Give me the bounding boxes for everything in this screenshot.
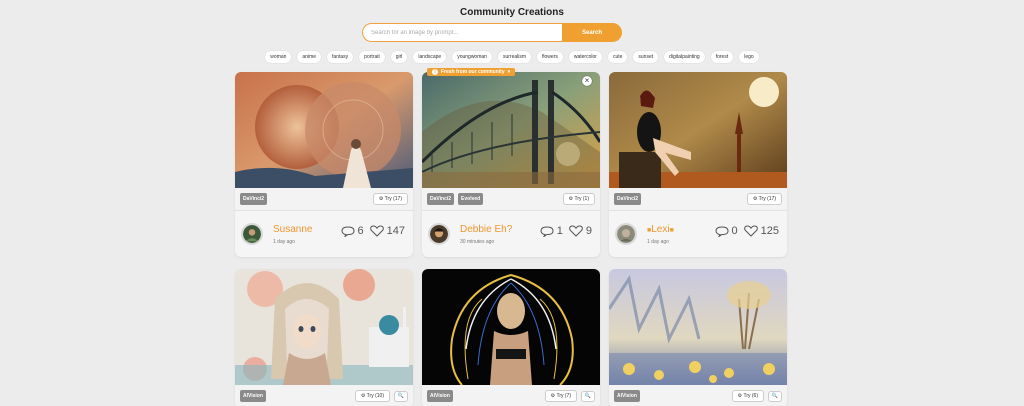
fresh-banner: ! Fresh from our community ▾ <box>427 68 516 76</box>
heart-icon[interactable] <box>569 225 583 237</box>
avatar[interactable] <box>241 223 263 245</box>
card-meta: DaVinci2 ⚙ Try (17) <box>235 188 413 211</box>
tag-chip[interactable]: cute <box>607 51 628 63</box>
creation-card[interactable]: DaVinci2 ⚙ Try (17) ■Lexi■ 1 day ago 0 1… <box>609 72 787 257</box>
search-button[interactable]: Search <box>562 23 622 42</box>
tag-chip[interactable]: lego <box>739 51 759 63</box>
tag-chip[interactable]: flowers <box>537 51 563 63</box>
creation-image[interactable] <box>609 72 787 188</box>
comment-icon[interactable] <box>341 225 355 237</box>
post-time: 1 day ago <box>273 238 295 245</box>
avatar[interactable] <box>428 223 450 245</box>
magnify-icon[interactable]: 🔍 <box>581 390 595 402</box>
try-button[interactable]: ⚙ Try (10) <box>354 390 390 402</box>
fresh-banner-text: Fresh from our community <box>441 69 505 75</box>
tag-chip[interactable]: digitalpainting <box>664 51 705 63</box>
card-meta: DaVinci2 ⚙ Try (17) <box>609 188 787 211</box>
card-meta: AIVision ⚙ Try (7) 🔍 <box>422 385 600 406</box>
heart-icon[interactable] <box>743 225 758 237</box>
avatar[interactable] <box>615 223 637 245</box>
card-meta: DaVinci2 Evolved ⚙ Try (1) <box>422 188 600 211</box>
tag-chip[interactable]: anime <box>297 51 322 63</box>
evolved-badge: Evolved <box>458 193 484 205</box>
tag-chip[interactable]: youngwoman <box>452 51 492 63</box>
try-button[interactable]: ⚙ Try (17) <box>372 193 408 205</box>
model-badge: AIVision <box>427 390 453 402</box>
model-badge: DaVinci2 <box>614 193 642 205</box>
heart-icon[interactable] <box>369 225 384 237</box>
user-row: Susanne 1 day ago 6 147 <box>235 211 413 257</box>
card-meta: AIVision ⚙ Try (10) 🔍 <box>235 385 413 406</box>
tag-chip[interactable]: sunset <box>633 51 659 63</box>
creation-card[interactable]: AIVision ⚙ Try (6) 🔍 <box>609 269 787 406</box>
username[interactable]: Debbie Eh? <box>460 224 512 235</box>
creation-image[interactable] <box>235 72 413 188</box>
creation-image[interactable] <box>609 269 787 385</box>
card-meta: AIVision ⚙ Try (6) 🔍 <box>609 385 787 406</box>
page-title: Community Creations <box>460 7 564 18</box>
username[interactable]: ■Lexi■ <box>647 224 674 235</box>
magnify-icon[interactable]: 🔍 <box>394 390 408 402</box>
tag-chip[interactable]: woman <box>265 51 292 63</box>
try-button[interactable]: ⚙ Try (7) <box>544 390 577 402</box>
comment-icon[interactable] <box>540 225 554 237</box>
card-stats: 1 9 <box>540 225 592 237</box>
model-badge: AIVision <box>614 390 640 402</box>
try-button[interactable]: ⚙ Try (6) <box>731 390 764 402</box>
model-badge: DaVinci2 <box>240 193 268 205</box>
info-icon: ! <box>432 69 438 75</box>
tag-chip[interactable]: girl <box>390 51 408 63</box>
creation-card[interactable]: AIVision ⚙ Try (10) 🔍 <box>235 269 413 406</box>
close-icon[interactable]: × <box>582 76 592 86</box>
comment-count: 0 <box>731 225 738 237</box>
creation-card[interactable]: DaVinci2 ⚙ Try (17) Susanne 1 day ago 6 … <box>235 72 413 257</box>
like-count: 125 <box>760 225 779 237</box>
search-bar: Search <box>362 23 622 42</box>
model-badge: AIVision <box>240 390 266 402</box>
comment-icon[interactable] <box>715 225 729 237</box>
creation-card[interactable]: DaVinci2 Evolved ⚙ Try (1) Debbie Eh? 30… <box>422 72 600 257</box>
card-stats: 0 125 <box>715 225 779 237</box>
tag-list: woman anime fantasy portrait girl landsc… <box>0 51 1024 63</box>
search-input[interactable] <box>362 23 562 42</box>
star-icon: ■ <box>669 226 674 234</box>
like-count: 9 <box>585 225 592 237</box>
creation-card[interactable]: AIVision ⚙ Try (7) 🔍 <box>422 269 600 406</box>
chevron-icon[interactable]: ▾ <box>508 69 511 75</box>
user-row: ■Lexi■ 1 day ago 0 125 <box>609 211 787 257</box>
card-stats: 6 147 <box>341 225 405 237</box>
user-row: Debbie Eh? 30 minutes ago 1 9 <box>422 211 600 257</box>
like-count: 147 <box>386 225 405 237</box>
post-time: 30 minutes ago <box>460 238 495 245</box>
comment-count: 1 <box>556 225 563 237</box>
creation-image[interactable] <box>235 269 413 385</box>
tag-chip[interactable]: landscape <box>413 51 447 63</box>
creation-image[interactable] <box>422 72 600 188</box>
tag-chip[interactable]: portrait <box>359 51 385 63</box>
tag-chip[interactable]: forest <box>710 51 734 63</box>
comment-count: 6 <box>357 225 364 237</box>
magnify-icon[interactable]: 🔍 <box>768 390 782 402</box>
creation-image[interactable] <box>422 269 600 386</box>
post-time: 1 day ago <box>647 238 669 245</box>
try-button[interactable]: ⚙ Try (1) <box>562 193 595 205</box>
tag-chip[interactable]: fantasy <box>327 51 354 63</box>
try-button[interactable]: ⚙ Try (17) <box>746 193 782 205</box>
tag-chip[interactable]: surrealism <box>497 51 532 63</box>
username[interactable]: Susanne <box>273 224 312 235</box>
model-badge: DaVinci2 <box>427 193 455 205</box>
tag-chip[interactable]: watercolor <box>568 51 602 63</box>
